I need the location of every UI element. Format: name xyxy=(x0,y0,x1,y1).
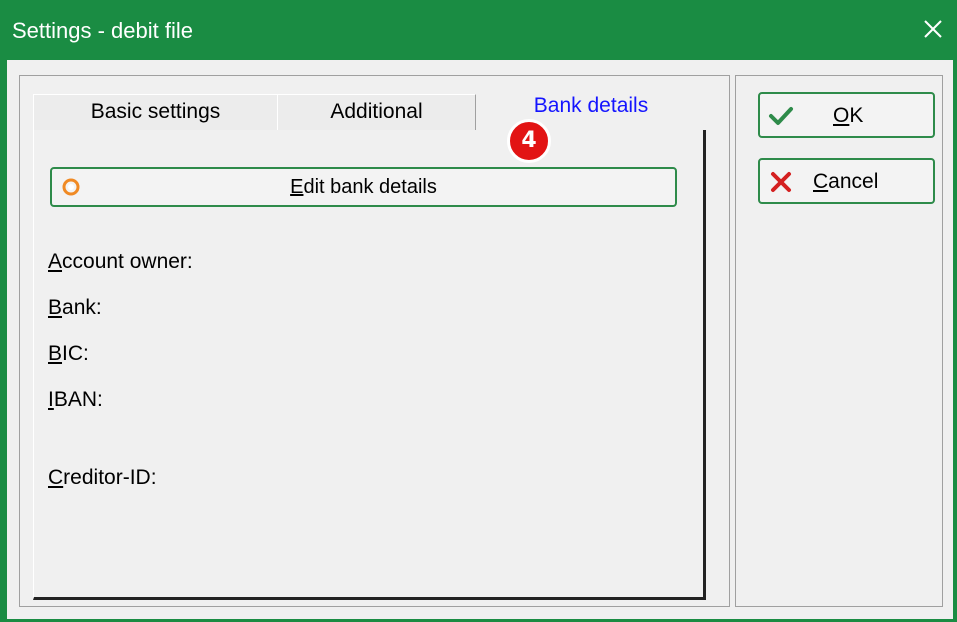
bic-label: BIC: xyxy=(48,342,89,365)
cancel-button-label: Cancel xyxy=(813,170,879,193)
ok-button[interactable]: OK xyxy=(758,92,935,138)
title-bar: Settings - debit file xyxy=(0,0,957,60)
radio-icon xyxy=(62,178,80,196)
creditor-id-label: Creditor-ID: xyxy=(48,466,157,489)
window-title: Settings - debit file xyxy=(12,18,193,43)
cancel-button[interactable]: Cancel xyxy=(758,158,935,204)
ok-button-label: OK xyxy=(833,104,864,127)
edit-button-label: Edit bank details xyxy=(290,176,437,198)
check-icon xyxy=(769,107,793,125)
tab-bank-details[interactable]: Bank details xyxy=(476,88,706,130)
step-badge: 4 xyxy=(507,119,551,163)
account-owner-label: Account owner: xyxy=(48,250,193,273)
x-icon xyxy=(771,172,791,192)
button-group-frame xyxy=(735,75,943,607)
tab-basic-settings[interactable]: Basic settings xyxy=(33,94,279,130)
bank-label: Bank: xyxy=(48,296,102,319)
tab-additional[interactable]: Additional xyxy=(277,94,476,130)
edit-bank-details-button[interactable]: Edit bank details xyxy=(50,167,677,207)
iban-label: IBAN: xyxy=(48,388,103,411)
close-icon[interactable] xyxy=(918,14,948,44)
